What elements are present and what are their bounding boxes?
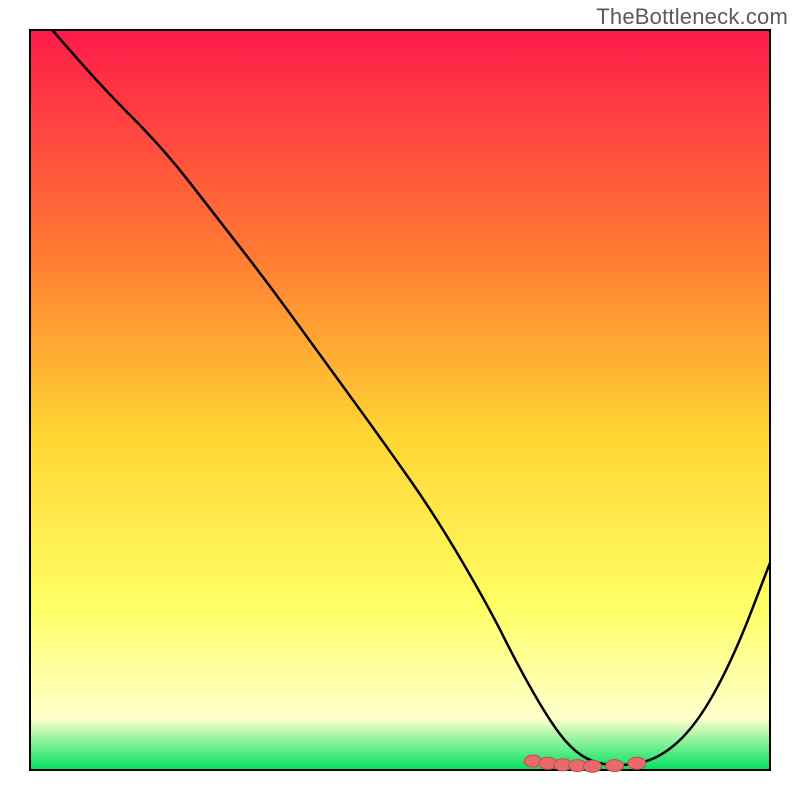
sweet-spot-marker xyxy=(606,760,624,772)
bottleneck-chart xyxy=(0,0,800,800)
chart-container: { "watermark": "TheBottleneck.com", "col… xyxy=(0,0,800,800)
sweet-spot-marker xyxy=(583,760,601,772)
plot-background xyxy=(30,30,770,770)
watermark-text: TheBottleneck.com xyxy=(596,4,788,30)
sweet-spot-marker xyxy=(628,757,646,769)
